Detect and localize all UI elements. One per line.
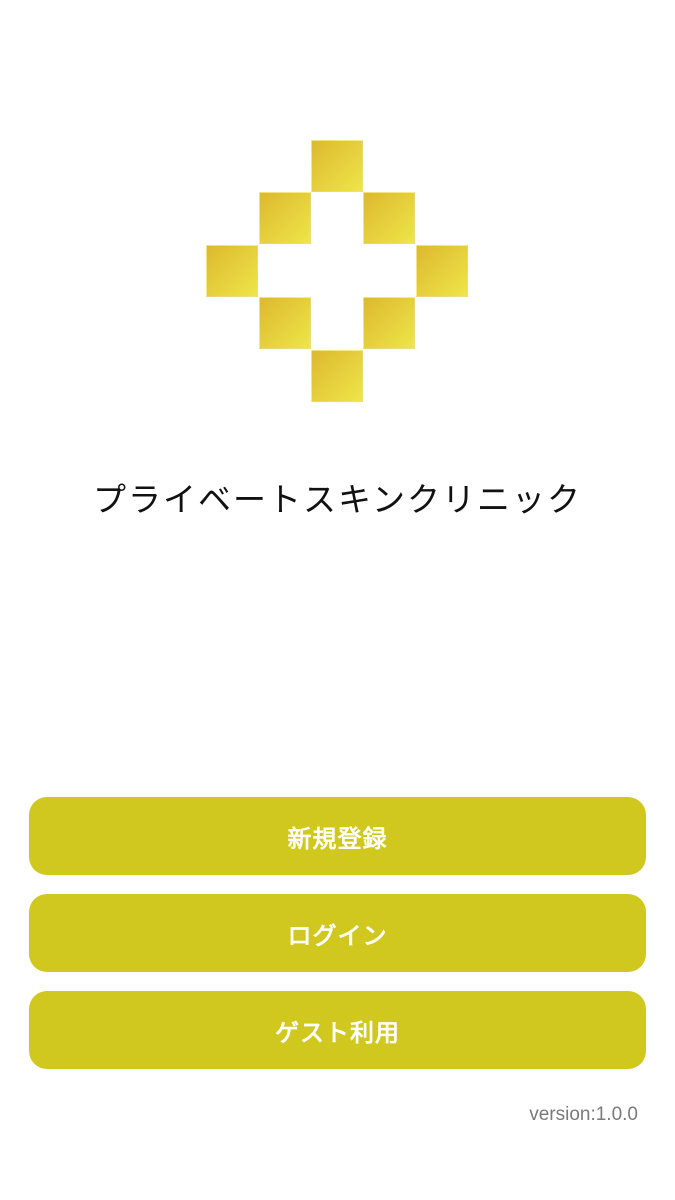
- logo-tile: [416, 245, 468, 297]
- login-button[interactable]: ログイン: [29, 894, 646, 972]
- version-label: version:1.0.0: [529, 1104, 638, 1125]
- clinic-diamond-logo-icon: [206, 140, 468, 402]
- logo-tile: [311, 140, 363, 192]
- logo-tile: [206, 245, 258, 297]
- auth-actions: 新規登録 ログイン ゲスト利用: [29, 797, 646, 1088]
- guest-button[interactable]: ゲスト利用: [29, 991, 646, 1069]
- logo-tile: [259, 297, 311, 349]
- logo-tile: [363, 297, 415, 349]
- start-screen: プライベートスキンクリニック 新規登録 ログイン ゲスト利用 version:1…: [0, 0, 675, 1200]
- app-name: プライベートスキンクリニック: [92, 480, 582, 519]
- logo-tile: [311, 350, 363, 402]
- register-button[interactable]: 新規登録: [29, 797, 646, 875]
- logo-tile: [259, 192, 311, 244]
- logo-tile: [363, 192, 415, 244]
